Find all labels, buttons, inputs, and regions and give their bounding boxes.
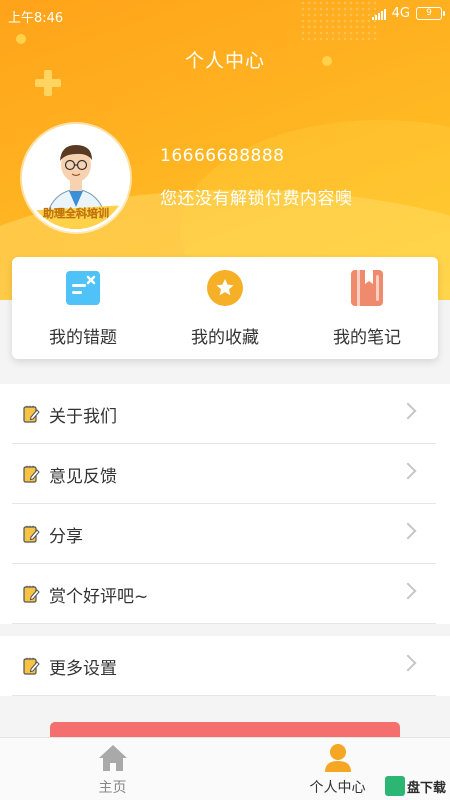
note-icon [23,657,40,675]
wrong-questions-icon [64,269,102,307]
settings-menu-more: 更多设置 [0,636,450,696]
network-type: 4G [391,6,410,21]
user-phone: 16666688888 [160,146,285,166]
note-icon [23,525,40,543]
avatar-caption: 助理全科培训 [43,207,109,220]
page-title: 个人中心 [184,50,265,72]
star-icon [206,269,244,307]
divider [12,695,436,696]
person-icon [324,744,351,772]
avatar[interactable]: 助理全科培训 [22,124,130,232]
note-icon [23,405,40,423]
status-bar: 上午8:46 4G 9 [0,0,450,30]
home-icon [98,745,127,771]
chevron-right-icon [399,462,417,480]
quick-action-label: 我的收藏 [191,328,259,348]
menu-item-more-settings[interactable]: 更多设置 [0,636,450,696]
bottom-nav: 主页 个人中心 [0,737,450,800]
quick-action-notes[interactable]: 我的笔记 [296,257,438,359]
quick-action-favorites[interactable]: 我的收藏 [154,257,296,359]
watermark-logo-icon [384,776,405,796]
menu-item-feedback[interactable]: 意见反馈 [0,444,450,504]
menu-item-share[interactable]: 分享 [0,504,450,564]
status-time: 上午8:46 [8,11,64,26]
menu-item-about[interactable]: 关于我们 [0,384,450,444]
nav-item-label: 主页 [98,780,127,796]
notebook-icon [348,269,386,307]
signal-icon [371,8,386,20]
decorative-plus-icon [35,70,61,96]
nav-item-label: 个人中心 [309,780,366,796]
battery-icon: 9 [416,7,445,20]
quick-action-label: 我的错题 [49,328,117,348]
unlock-tip: 您还没有解锁付费内容噢 [160,189,353,209]
battery-level: 9 [426,8,432,18]
menu-item-label: 关于我们 [49,406,117,427]
menu-item-label: 意见反馈 [49,466,117,487]
quick-action-wrong-questions[interactable]: 我的错题 [12,257,154,359]
chevron-right-icon [399,654,417,672]
menu-item-rate[interactable]: 赏个好评吧~ [0,564,450,624]
quick-action-label: 我的笔记 [333,328,401,348]
nav-item-home[interactable]: 主页 [0,738,225,800]
note-icon [23,585,40,603]
settings-menu: 关于我们 意见反馈 分享 赏个好评吧~ [0,384,450,624]
chevron-right-icon [399,402,417,420]
chevron-right-icon [399,582,417,600]
divider [12,623,436,624]
watermark: 盘下载 [384,776,446,796]
menu-item-label: 更多设置 [49,658,117,679]
watermark-text: 盘下载 [406,780,446,796]
quick-actions-card: 我的错题 我的收藏 我的笔记 [12,257,438,359]
menu-item-label: 赏个好评吧~ [49,586,149,607]
status-indicators: 4G 9 [371,6,445,21]
menu-item-label: 分享 [49,526,83,547]
chevron-right-icon [399,522,417,540]
decorative-dot [16,34,26,44]
note-icon [23,465,40,483]
